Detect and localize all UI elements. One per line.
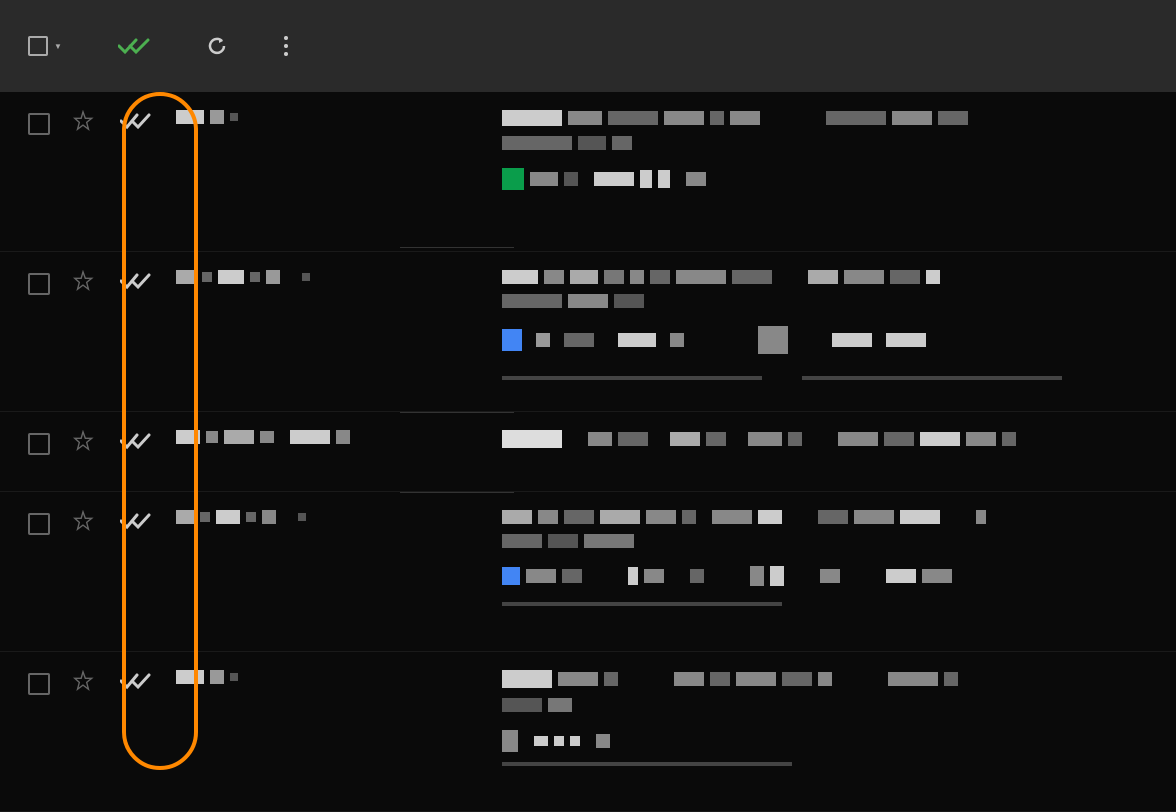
select-all-checkbox[interactable]: ▼ bbox=[28, 36, 62, 56]
chevron-down-icon: ▼ bbox=[54, 42, 62, 51]
more-options-button[interactable] bbox=[284, 36, 288, 56]
email-row[interactable] bbox=[0, 92, 1176, 252]
double-check-icon bbox=[118, 36, 150, 56]
attachment-indicator bbox=[502, 602, 782, 606]
email-content bbox=[492, 510, 1148, 606]
row-checkbox[interactable] bbox=[28, 113, 50, 135]
sender-name bbox=[152, 670, 492, 684]
refresh-icon bbox=[206, 35, 228, 57]
email-content bbox=[492, 430, 1148, 448]
email-row[interactable] bbox=[0, 412, 1176, 492]
email-row[interactable] bbox=[0, 652, 1176, 812]
sender-name bbox=[152, 110, 492, 124]
sender-name bbox=[152, 270, 492, 284]
star-icon[interactable] bbox=[72, 510, 94, 537]
attachment-indicator bbox=[502, 376, 762, 380]
attachment-indicator bbox=[502, 762, 792, 766]
toolbar: ▼ bbox=[0, 0, 1176, 92]
double-check-icon[interactable] bbox=[120, 432, 152, 455]
sender-name bbox=[152, 510, 492, 524]
more-vertical-icon bbox=[284, 36, 288, 40]
row-checkbox[interactable] bbox=[28, 433, 50, 455]
refresh-button[interactable] bbox=[206, 35, 228, 57]
star-icon[interactable] bbox=[72, 110, 94, 137]
row-checkbox[interactable] bbox=[28, 673, 50, 695]
email-content bbox=[492, 670, 1148, 766]
double-check-icon[interactable] bbox=[120, 512, 152, 535]
double-check-icon[interactable] bbox=[120, 672, 152, 695]
star-icon[interactable] bbox=[72, 430, 94, 457]
email-row[interactable] bbox=[0, 252, 1176, 412]
row-checkbox[interactable] bbox=[28, 273, 50, 295]
email-content bbox=[492, 270, 1148, 380]
star-icon[interactable] bbox=[72, 670, 94, 697]
checkbox-icon bbox=[28, 36, 48, 56]
email-row[interactable] bbox=[0, 492, 1176, 652]
double-check-icon[interactable] bbox=[120, 272, 152, 295]
double-check-icon[interactable] bbox=[120, 112, 152, 135]
email-list bbox=[0, 92, 1176, 812]
attachment-indicator bbox=[802, 376, 1062, 380]
star-icon[interactable] bbox=[72, 270, 94, 297]
mark-read-button[interactable] bbox=[118, 36, 150, 56]
sender-name bbox=[152, 430, 492, 444]
email-content bbox=[492, 110, 1148, 190]
row-checkbox[interactable] bbox=[28, 513, 50, 535]
